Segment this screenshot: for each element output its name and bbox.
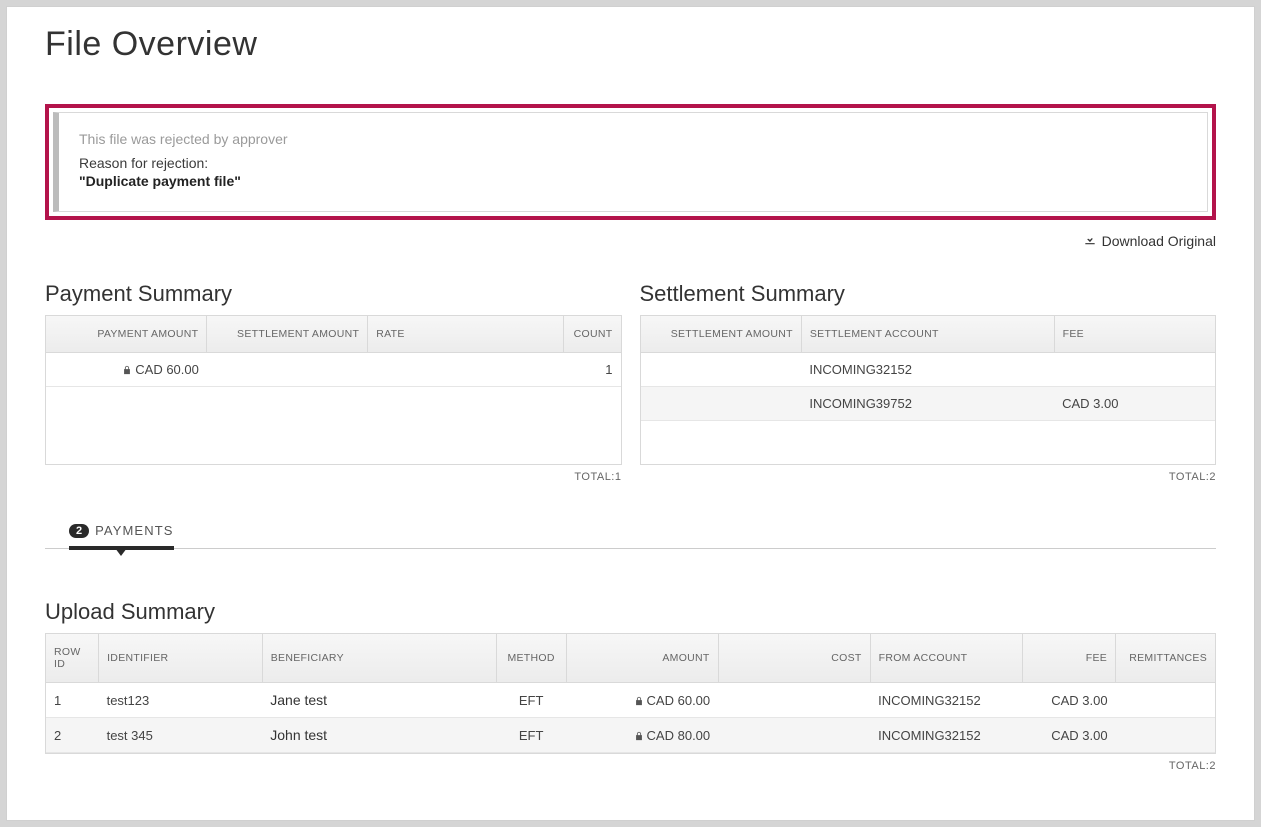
cell-sett-amount bbox=[641, 387, 802, 421]
cell-count: 1 bbox=[563, 353, 620, 387]
settlement-summary-column: Settlement Summary SETTLEMENT AMOUNT SET… bbox=[640, 281, 1217, 483]
cell-rate bbox=[368, 353, 563, 387]
col-amount[interactable]: AMOUNT bbox=[566, 634, 718, 683]
payment-summary-table: PAYMENT AMOUNT SETTLEMENT AMOUNT RATE CO… bbox=[46, 316, 621, 387]
col-rowid[interactable]: ROW ID bbox=[46, 634, 99, 683]
cell-remittances bbox=[1116, 718, 1215, 753]
table-row: CAD 60.00 1 bbox=[46, 353, 621, 387]
download-icon bbox=[1083, 232, 1097, 249]
cell-amount: CAD 80.00 bbox=[566, 718, 718, 753]
upload-summary-table: ROW ID IDENTIFIER BENEFICIARY METHOD AMO… bbox=[46, 634, 1215, 753]
rejection-banner-inner: This file was rejected by approver Reaso… bbox=[53, 112, 1208, 212]
upload-summary-section: Upload Summary ROW ID IDENTIFIER BENEFIC… bbox=[45, 599, 1216, 772]
upload-summary-title: Upload Summary bbox=[45, 599, 1216, 625]
col-identifier[interactable]: IDENTIFIER bbox=[99, 634, 263, 683]
download-original-label: Download Original bbox=[1102, 233, 1216, 249]
cell-beneficiary: John test bbox=[262, 718, 496, 753]
table-row: INCOMING32152 bbox=[641, 353, 1216, 387]
tab-payments-label: PAYMENTS bbox=[95, 523, 173, 538]
cell-settlement-amount bbox=[207, 353, 368, 387]
summary-columns: Payment Summary PAYMENT AMOUNT SETTLEMEN… bbox=[45, 281, 1216, 483]
table-row: 1 test123 Jane test EFT CAD 60.00 INCOMI… bbox=[46, 683, 1215, 718]
rejection-status-text: This file was rejected by approver bbox=[79, 131, 1187, 147]
payment-summary-column: Payment Summary PAYMENT AMOUNT SETTLEMEN… bbox=[45, 281, 622, 483]
cell-rowid: 1 bbox=[46, 683, 99, 718]
col-fee[interactable]: FEE bbox=[1054, 316, 1215, 353]
cell-sett-account: INCOMING32152 bbox=[801, 353, 1054, 387]
cell-amount: CAD 60.00 bbox=[566, 683, 718, 718]
cell-sett-account: INCOMING39752 bbox=[801, 387, 1054, 421]
cell-sett-amount bbox=[641, 353, 802, 387]
col-fee[interactable]: FEE bbox=[1022, 634, 1116, 683]
cell-identifier: test123 bbox=[99, 683, 263, 718]
cell-from-account: INCOMING32152 bbox=[870, 718, 1022, 753]
cell-remittances bbox=[1116, 683, 1215, 718]
col-settlement-amount[interactable]: SETTLEMENT AMOUNT bbox=[207, 316, 368, 353]
col-sett-amount[interactable]: SETTLEMENT AMOUNT bbox=[641, 316, 802, 353]
col-cost[interactable]: COST bbox=[718, 634, 870, 683]
table-row: INCOMING39752 CAD 3.00 bbox=[641, 387, 1216, 421]
cell-fee: CAD 3.00 bbox=[1022, 683, 1116, 718]
lock-icon bbox=[634, 729, 644, 739]
col-sett-account[interactable]: SETTLEMENT ACCOUNT bbox=[801, 316, 1054, 353]
lock-icon bbox=[634, 694, 644, 704]
cell-method: EFT bbox=[496, 718, 566, 753]
rejection-reason-text: "Duplicate payment file" bbox=[79, 173, 1187, 189]
cell-identifier: test 345 bbox=[99, 718, 263, 753]
col-count[interactable]: COUNT bbox=[563, 316, 620, 353]
payment-summary-total: TOTAL:1 bbox=[45, 471, 622, 483]
cell-rowid: 2 bbox=[46, 718, 99, 753]
settlement-summary-title: Settlement Summary bbox=[640, 281, 1217, 307]
cell-fee bbox=[1054, 353, 1215, 387]
page-title: File Overview bbox=[45, 25, 1216, 64]
payment-summary-title: Payment Summary bbox=[45, 281, 622, 307]
tabs: 2 PAYMENTS bbox=[45, 523, 1216, 549]
cell-fee: CAD 3.00 bbox=[1022, 718, 1116, 753]
lock-icon bbox=[122, 363, 132, 373]
download-original-link[interactable]: Download Original bbox=[1083, 232, 1216, 249]
payment-summary-panel: PAYMENT AMOUNT SETTLEMENT AMOUNT RATE CO… bbox=[45, 315, 622, 465]
cell-method: EFT bbox=[496, 683, 566, 718]
download-row: Download Original bbox=[45, 232, 1216, 251]
col-rate[interactable]: RATE bbox=[368, 316, 563, 353]
upload-summary-panel: ROW ID IDENTIFIER BENEFICIARY METHOD AMO… bbox=[45, 633, 1216, 754]
col-payment-amount[interactable]: PAYMENT AMOUNT bbox=[46, 316, 207, 353]
cell-beneficiary: Jane test bbox=[262, 683, 496, 718]
cell-from-account: INCOMING32152 bbox=[870, 683, 1022, 718]
upload-summary-total: TOTAL:2 bbox=[45, 760, 1216, 772]
cell-cost bbox=[718, 718, 870, 753]
cell-cost bbox=[718, 683, 870, 718]
tab-payments[interactable]: 2 PAYMENTS bbox=[69, 523, 174, 550]
tab-payments-count: 2 bbox=[69, 524, 89, 538]
settlement-summary-total: TOTAL:2 bbox=[640, 471, 1217, 483]
settlement-summary-table: SETTLEMENT AMOUNT SETTLEMENT ACCOUNT FEE… bbox=[641, 316, 1216, 421]
cell-fee: CAD 3.00 bbox=[1054, 387, 1215, 421]
col-method[interactable]: METHOD bbox=[496, 634, 566, 683]
page-container: File Overview This file was rejected by … bbox=[6, 6, 1255, 821]
settlement-summary-panel: SETTLEMENT AMOUNT SETTLEMENT ACCOUNT FEE… bbox=[640, 315, 1217, 465]
table-row: 2 test 345 John test EFT CAD 80.00 INCOM… bbox=[46, 718, 1215, 753]
col-remittances[interactable]: REMITTANCES bbox=[1116, 634, 1215, 683]
rejection-reason-label: Reason for rejection: bbox=[79, 155, 1187, 171]
col-beneficiary[interactable]: BENEFICIARY bbox=[262, 634, 496, 683]
cell-payment-amount: CAD 60.00 bbox=[46, 353, 207, 387]
col-from-account[interactable]: FROM ACCOUNT bbox=[870, 634, 1022, 683]
rejection-banner: This file was rejected by approver Reaso… bbox=[45, 104, 1216, 220]
